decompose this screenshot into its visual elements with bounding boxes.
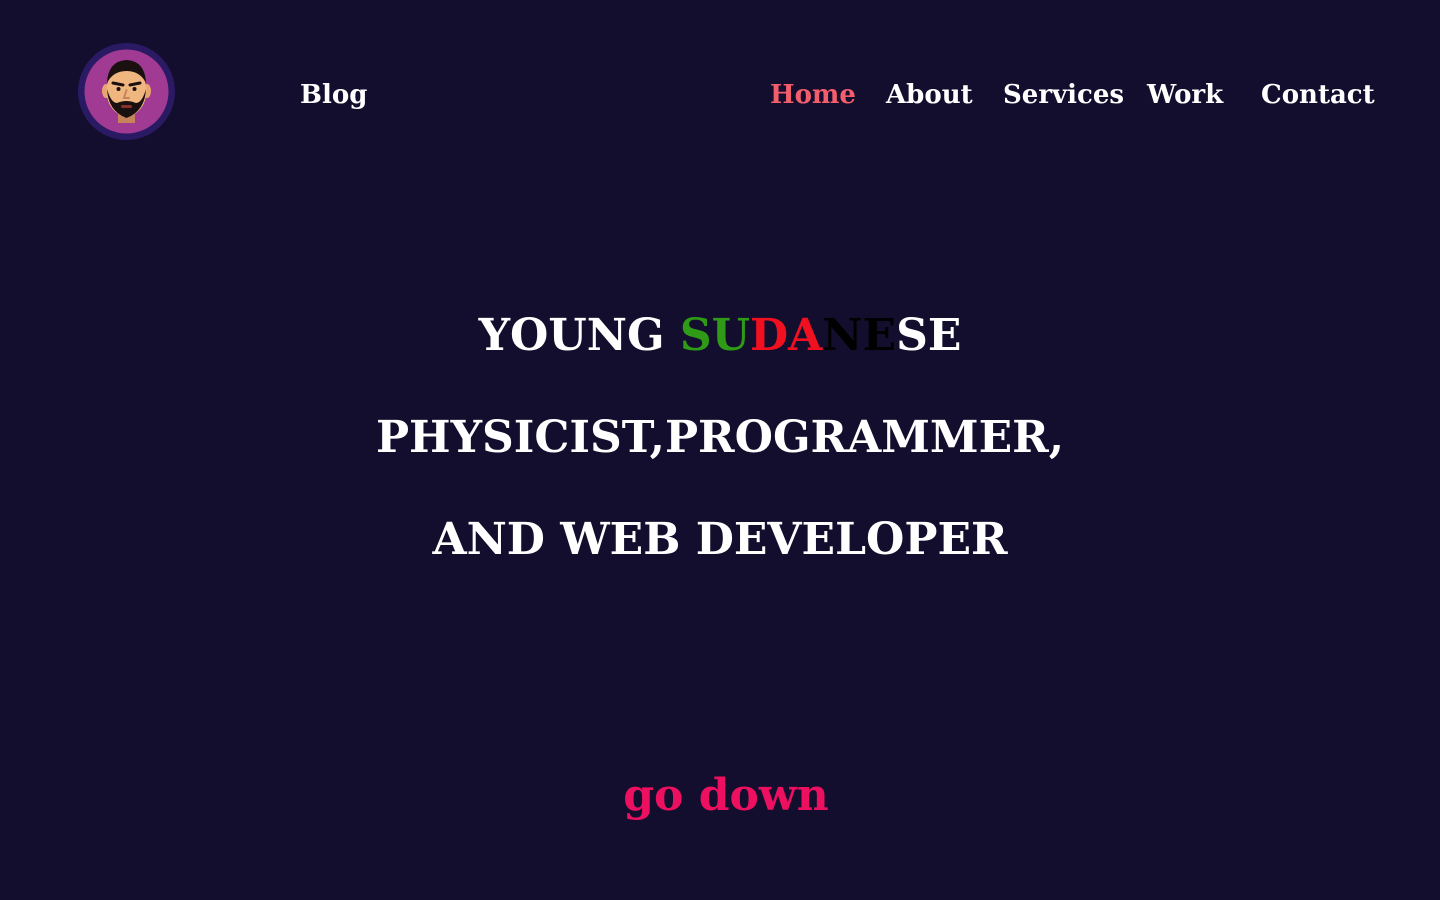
flag-letters-white: SE: [896, 310, 962, 361]
hero-headline-line-1: YOUNG SUDANESE: [0, 309, 1440, 363]
hero-prefix: YOUNG: [478, 310, 680, 361]
nav-link-contact[interactable]: Contact: [1261, 78, 1375, 112]
hero-headline-line-2: PHYSICIST,PROGRAMMER,: [375, 412, 1065, 463]
nav-link-home[interactable]: Home: [770, 78, 856, 112]
flag-letters-green: SU: [679, 310, 750, 361]
avatar[interactable]: [78, 43, 175, 140]
bearded-man-avatar-icon: [84, 49, 169, 134]
nav-link-services[interactable]: Services: [1003, 78, 1124, 112]
nav-link-work[interactable]: Work: [1147, 78, 1223, 112]
nav-link-blog[interactable]: Blog: [300, 78, 367, 112]
go-down-link[interactable]: go down: [0, 768, 1440, 824]
hero-headline-line-3: AND WEB DEVELOPER: [432, 514, 1008, 565]
page: Blog Home About Services Work Contact YO…: [0, 0, 1440, 900]
nav-link-about[interactable]: About: [886, 78, 973, 112]
flag-letters-black: NE: [822, 310, 897, 361]
flag-letters-red: DA: [750, 310, 823, 361]
